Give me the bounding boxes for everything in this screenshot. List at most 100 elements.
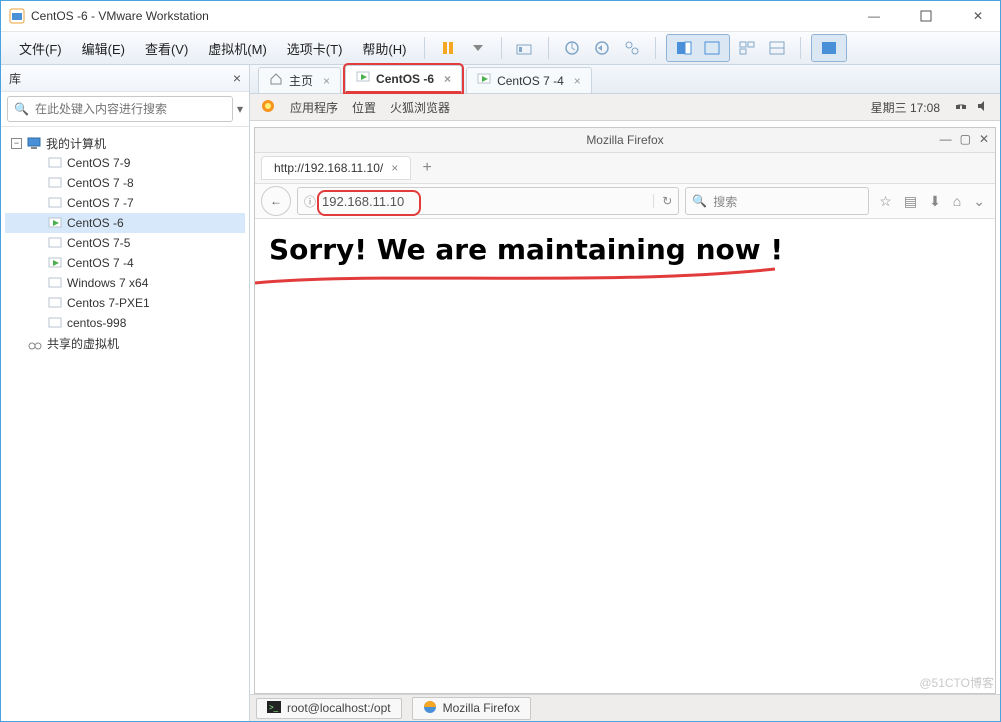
- task-terminal[interactable]: >_ root@localhost:/opt: [256, 698, 402, 719]
- reload-icon[interactable]: ↻: [653, 194, 672, 208]
- tree-item-label: CentOS 7 -4: [67, 256, 134, 270]
- tree-item-label: Windows 7 x64: [67, 276, 148, 290]
- stretch-icon[interactable]: [766, 37, 788, 59]
- vm-running-icon: [356, 70, 370, 87]
- network-icon[interactable]: [954, 99, 968, 116]
- watermark: @51CTO博客: [919, 674, 994, 691]
- ff-close-icon[interactable]: ✕: [979, 132, 989, 146]
- url-text: 192.168.11.10: [322, 194, 404, 209]
- search-placeholder: 搜索: [713, 193, 737, 210]
- menu-view[interactable]: 查看(V): [137, 35, 196, 62]
- pocket-icon[interactable]: ⌄: [973, 193, 985, 210]
- tree-item-label: CentOS 7-5: [67, 236, 130, 250]
- menu-edit[interactable]: 编辑(E): [74, 35, 133, 62]
- tree-item[interactable]: CentOS 7 -8: [5, 173, 245, 193]
- tree-shared-row[interactable]: 共享的虚拟机: [5, 333, 245, 353]
- task-firefox[interactable]: Mozilla Firefox: [412, 697, 531, 720]
- titlebar: CentOS -6 - VMware Workstation — ✕: [1, 1, 1000, 32]
- tree-item[interactable]: CentOS 7 -4: [5, 253, 245, 273]
- app-window: CentOS -6 - VMware Workstation — ✕ 文件(F)…: [0, 0, 1001, 722]
- console-group: [811, 34, 847, 62]
- tree-item-label: CentOS -6: [67, 216, 124, 230]
- snapshot-manage-icon[interactable]: [621, 37, 643, 59]
- shared-icon: [27, 335, 43, 351]
- task-firefox-label: Mozilla Firefox: [443, 701, 520, 715]
- tab-home[interactable]: 主页 ×: [258, 67, 341, 93]
- vm-screen: 应用程序 位置 火狐浏览器 星期三 17:08 Mozilla Firefox: [250, 94, 1000, 721]
- volume-icon[interactable]: [976, 99, 990, 116]
- gnome-top-panel: 应用程序 位置 火狐浏览器 星期三 17:08: [250, 94, 1000, 121]
- tab-close-icon[interactable]: ×: [323, 74, 330, 88]
- bookmark-star-icon[interactable]: ☆: [879, 193, 892, 210]
- search-icon: 🔍: [14, 102, 29, 116]
- gnome-places-menu[interactable]: 位置: [352, 99, 376, 116]
- firefox-window: Mozilla Firefox — ▢ ✕ http://192.168.11.…: [254, 127, 996, 694]
- tree-item-selected[interactable]: CentOS -6: [5, 213, 245, 233]
- menu-vm[interactable]: 虚拟机(M): [200, 35, 275, 62]
- close-button[interactable]: ✕: [964, 5, 992, 27]
- separator: [548, 37, 549, 59]
- tree-item[interactable]: CentOS 7 -7: [5, 193, 245, 213]
- tree-item[interactable]: centos-998: [5, 313, 245, 333]
- tree-item[interactable]: CentOS 7-9: [5, 153, 245, 173]
- tree-item[interactable]: CentOS 7-5: [5, 233, 245, 253]
- firefox-page: Sorry! We are maintaining now !: [255, 219, 995, 693]
- search-dropdown-icon[interactable]: ▾: [237, 102, 243, 116]
- content-area: 主页 × CentOS -6 × CentOS 7 -4 ×: [250, 65, 1000, 721]
- tree-item-label: CentOS 7-9: [67, 156, 130, 170]
- vm-icon: [47, 195, 63, 211]
- tab-close-icon[interactable]: ×: [574, 74, 581, 88]
- ff-minimize-icon[interactable]: —: [940, 132, 952, 146]
- url-bar[interactable]: ⓘ 192.168.11.10 ↻: [297, 187, 679, 215]
- sidebar-icon[interactable]: ▤: [904, 193, 917, 210]
- menubar: 文件(F) 编辑(E) 查看(V) 虚拟机(M) 选项卡(T) 帮助(H): [1, 32, 1000, 65]
- firefox-tab[interactable]: http://192.168.11.10/ ×: [261, 156, 411, 180]
- window-controls: — ✕: [860, 5, 992, 27]
- minimize-button[interactable]: —: [860, 5, 888, 27]
- gnome-taskbar: >_ root@localhost:/opt Mozilla Firefox: [250, 694, 1000, 721]
- sidebar-close-icon[interactable]: ×: [233, 70, 241, 86]
- search-bar[interactable]: 🔍 搜索: [685, 187, 869, 215]
- back-button[interactable]: ←: [261, 186, 291, 216]
- fullscreen-icon[interactable]: [673, 37, 695, 59]
- tree-root-row[interactable]: − 我的计算机: [5, 133, 245, 153]
- tab-centos6[interactable]: CentOS -6 ×: [345, 65, 462, 93]
- dropdown-icon[interactable]: [467, 37, 489, 59]
- search-box[interactable]: 🔍: [7, 96, 233, 122]
- gnome-clock[interactable]: 星期三 17:08: [871, 99, 940, 116]
- vm-icon: [47, 235, 63, 251]
- firefox-newtab-button[interactable]: +: [415, 157, 439, 179]
- snapshot-icon[interactable]: [561, 37, 583, 59]
- console-view-icon[interactable]: [818, 37, 840, 59]
- menu-file[interactable]: 文件(F): [11, 35, 70, 62]
- menu-tabs[interactable]: 选项卡(T): [279, 35, 351, 62]
- gnome-apps-menu[interactable]: 应用程序: [290, 99, 338, 116]
- tree-item[interactable]: Centos 7-PXE1: [5, 293, 245, 313]
- firefox-title: Mozilla Firefox: [586, 133, 663, 147]
- tree-item[interactable]: Windows 7 x64: [5, 273, 245, 293]
- home-icon[interactable]: ⌂: [953, 193, 961, 210]
- tree-item-label: CentOS 7 -8: [67, 176, 134, 190]
- firefox-tab-close-icon[interactable]: ×: [391, 161, 398, 175]
- collapse-icon[interactable]: −: [11, 138, 22, 149]
- app-icon: [9, 8, 25, 24]
- gnome-firefox-launcher[interactable]: 火狐浏览器: [390, 99, 450, 116]
- unity-icon[interactable]: [701, 37, 723, 59]
- thumbnail-icon[interactable]: [736, 37, 758, 59]
- tab-label: CentOS 7 -4: [497, 74, 564, 88]
- snapshot-revert-icon[interactable]: [591, 37, 613, 59]
- tab-close-icon[interactable]: ×: [444, 72, 451, 86]
- maximize-button[interactable]: [912, 5, 940, 27]
- search-input[interactable]: [33, 101, 226, 117]
- body-area: 库 × 🔍 ▾ − 我的计算机 CentOS 7-9 CentOS 7 -8 C…: [1, 65, 1000, 721]
- send-ctrl-alt-del-icon[interactable]: [514, 37, 536, 59]
- site-info-icon[interactable]: ⓘ: [304, 193, 316, 210]
- vm-icon: [47, 295, 63, 311]
- ff-maximize-icon[interactable]: ▢: [960, 132, 971, 146]
- menu-help[interactable]: 帮助(H): [354, 35, 414, 62]
- pause-icon[interactable]: [437, 37, 459, 59]
- tab-centos7-4[interactable]: CentOS 7 -4 ×: [466, 67, 592, 93]
- annotation-underline: [255, 265, 795, 295]
- firefox-icon: [423, 700, 437, 717]
- downloads-icon[interactable]: ⬇: [929, 193, 941, 210]
